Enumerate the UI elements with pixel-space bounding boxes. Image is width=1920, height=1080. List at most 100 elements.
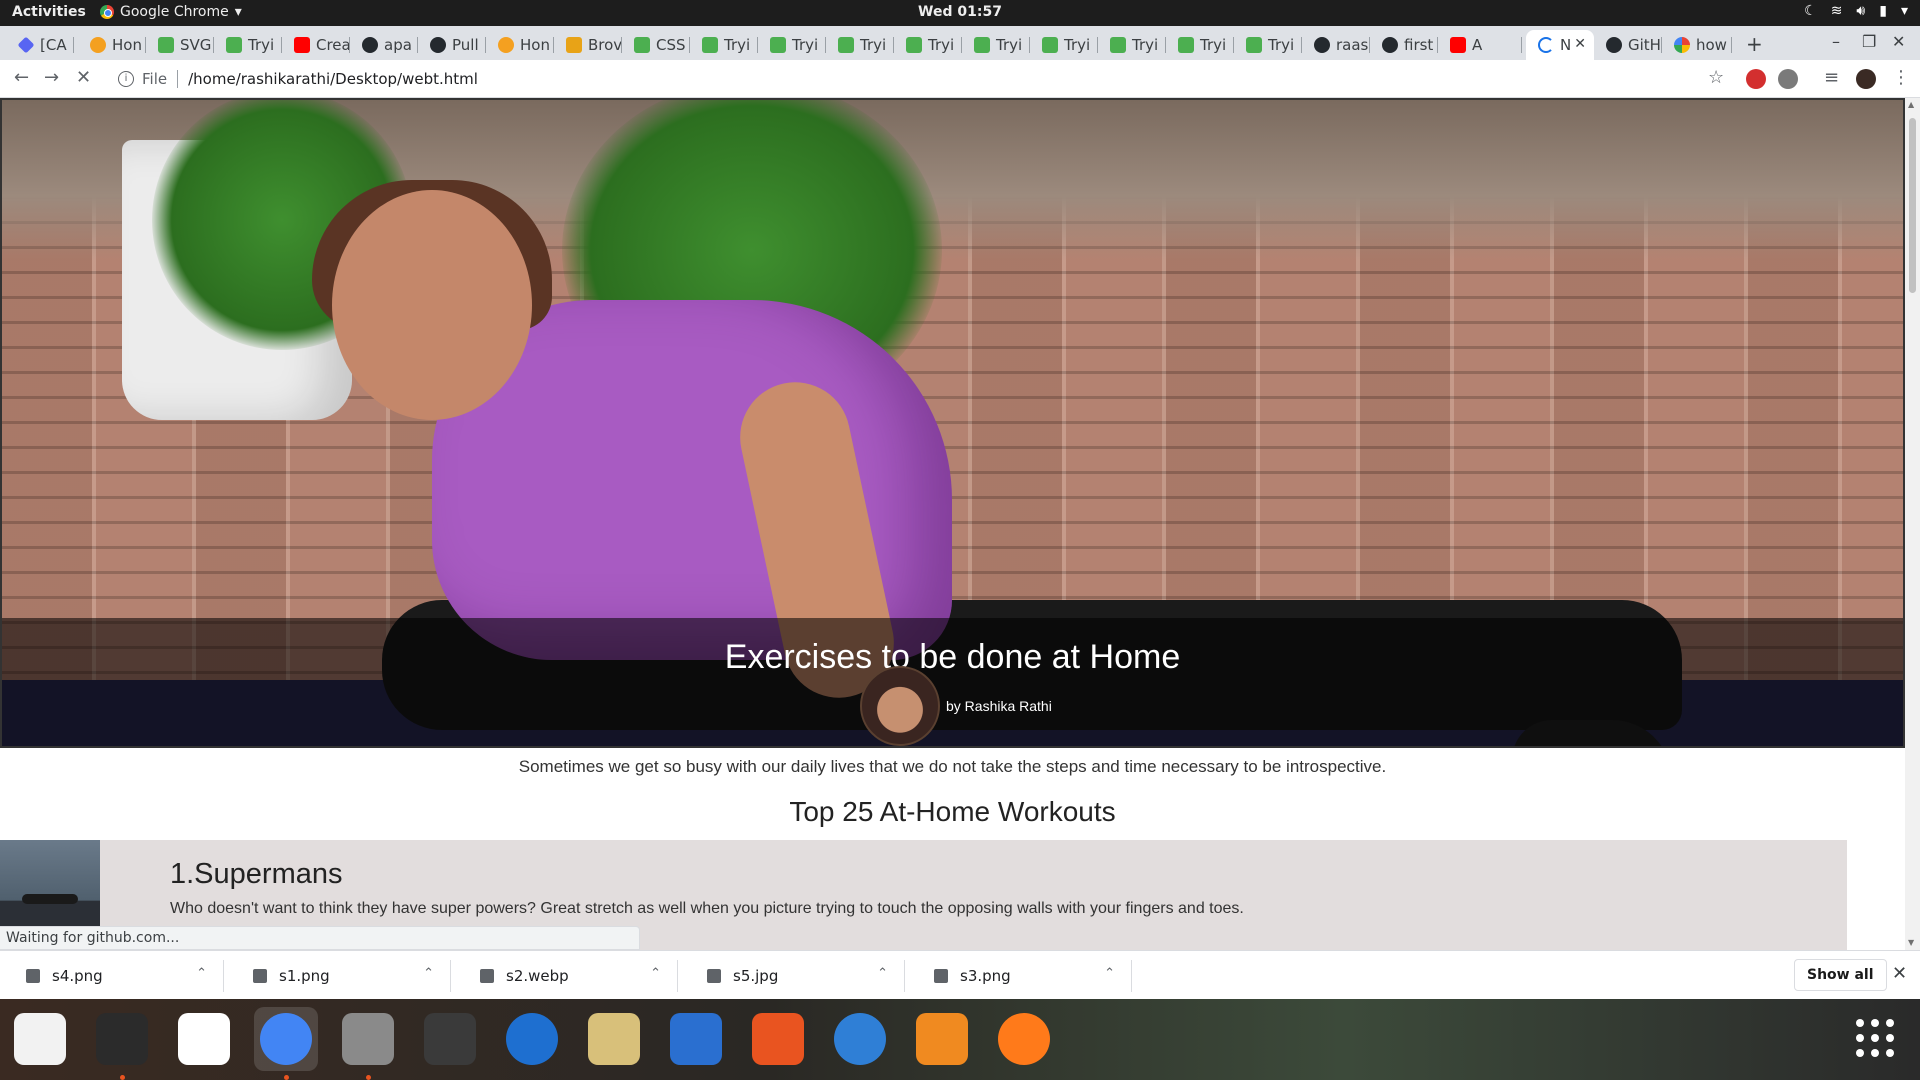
chevron-down-icon: ▾ bbox=[1900, 3, 1908, 19]
youtube-icon bbox=[1450, 37, 1466, 53]
tab[interactable]: how bbox=[1662, 30, 1732, 60]
tab[interactable]: Tryi bbox=[758, 30, 826, 60]
tab[interactable]: CSS bbox=[622, 30, 690, 60]
firefox-icon[interactable] bbox=[992, 1007, 1056, 1071]
help-icon-glyph bbox=[834, 1013, 886, 1065]
profile-avatar[interactable] bbox=[1856, 69, 1876, 89]
tab[interactable]: Tryi bbox=[826, 30, 894, 60]
download-shelf: Show all ✕ s4.png ⌃ s1.png ⌃ s2.webp ⌃ s5.jpg ⌃… bbox=[0, 950, 1920, 999]
software-center-icon[interactable] bbox=[746, 1007, 810, 1071]
tab[interactable]: Tryi bbox=[1234, 30, 1302, 60]
download-item[interactable]: s2.webp ⌃ bbox=[458, 960, 678, 992]
terminal-icon-glyph bbox=[96, 1013, 148, 1065]
chevron-down-icon: ▾ bbox=[234, 4, 242, 20]
show-all-button[interactable]: Show all bbox=[1794, 959, 1887, 991]
url-scheme: File bbox=[142, 70, 168, 88]
tab[interactable]: GitH bbox=[1594, 30, 1662, 60]
volume-icon: 🔊︎ bbox=[1856, 3, 1866, 19]
orange-swirl-icon bbox=[498, 37, 514, 53]
author-name: by Rashika Rathi bbox=[946, 698, 1052, 714]
w3schools-icon bbox=[770, 37, 786, 53]
sublime-text-icon[interactable] bbox=[418, 1007, 482, 1071]
tab[interactable]: A bbox=[1438, 30, 1522, 60]
tab[interactable]: Tryi bbox=[962, 30, 1030, 60]
tab[interactable]: Tryi bbox=[1166, 30, 1234, 60]
stop-loading-icon[interactable]: ✕ bbox=[76, 67, 91, 88]
activities-button[interactable]: Activities bbox=[12, 4, 86, 20]
app-menu[interactable]: Google Chrome ▾ bbox=[100, 4, 242, 20]
workout-thumbnail bbox=[0, 840, 100, 926]
page-viewport[interactable]: Exercises to be done at Home by Rashika … bbox=[0, 98, 1905, 950]
chevron-up-icon[interactable]: ⌃ bbox=[196, 966, 207, 981]
close-icon[interactable]: ✕ bbox=[1892, 963, 1907, 984]
scrollbar-thumb[interactable] bbox=[1909, 118, 1916, 293]
vertical-scrollbar[interactable]: ▲ ▼ bbox=[1905, 98, 1920, 950]
tab[interactable]: Tryi bbox=[690, 30, 758, 60]
tab[interactable]: apa bbox=[350, 30, 418, 60]
info-icon[interactable]: i bbox=[118, 71, 134, 87]
menu-kebab-icon[interactable]: ⋮ bbox=[1892, 67, 1910, 88]
tab[interactable]: SVG bbox=[146, 30, 214, 60]
tab[interactable]: Crea bbox=[282, 30, 350, 60]
close-window-icon[interactable]: ✕ bbox=[1892, 32, 1905, 51]
tab[interactable]: Tryi bbox=[214, 30, 282, 60]
back-icon[interactable]: ← bbox=[14, 67, 29, 88]
tab-strip: [CA Hon SVG Tryi Crea apa Pull Hon Brov CSS Tryi Tr… bbox=[0, 26, 1920, 60]
tab[interactable]: Pull bbox=[418, 30, 486, 60]
forward-icon[interactable]: → bbox=[44, 67, 59, 88]
document-viewer-icon[interactable] bbox=[172, 1007, 236, 1071]
tab[interactable]: Hon bbox=[486, 30, 554, 60]
w3schools-icon bbox=[1110, 37, 1126, 53]
tab[interactable]: Hon bbox=[78, 30, 146, 60]
discord-like-icon bbox=[17, 36, 35, 54]
chrome-icon-glyph bbox=[260, 1013, 312, 1065]
libreoffice-writer-icon[interactable] bbox=[664, 1007, 728, 1071]
new-tab-button[interactable]: + bbox=[1746, 32, 1763, 56]
files-icon-glyph bbox=[342, 1013, 394, 1065]
adblock-icon[interactable] bbox=[1746, 69, 1766, 89]
tab[interactable]: Tryi bbox=[1098, 30, 1166, 60]
chevron-up-icon[interactable]: ⌃ bbox=[650, 966, 661, 981]
chrome-icon[interactable] bbox=[254, 1007, 318, 1071]
download-item[interactable]: s5.jpg ⌃ bbox=[685, 960, 905, 992]
help-icon[interactable] bbox=[828, 1007, 892, 1071]
download-item[interactable]: s3.png ⌃ bbox=[912, 960, 1132, 992]
files-icon[interactable] bbox=[336, 1007, 400, 1071]
text-editor-icon[interactable] bbox=[8, 1007, 72, 1071]
show-applications-icon[interactable] bbox=[1856, 1019, 1894, 1057]
tab[interactable]: first bbox=[1370, 30, 1438, 60]
tab[interactable]: raas bbox=[1302, 30, 1370, 60]
system-tray[interactable]: ☾ ≋ 🔊︎ ▮ ▾ bbox=[1804, 3, 1908, 19]
tab-label: GitH bbox=[1628, 36, 1661, 54]
restore-icon[interactable]: ❐ bbox=[1862, 32, 1876, 51]
media-queue-icon[interactable]: ≡ bbox=[1824, 67, 1839, 88]
download-item[interactable]: s1.png ⌃ bbox=[231, 960, 451, 992]
rhythmbox-icon[interactable] bbox=[582, 1007, 646, 1071]
sublime-text-icon-glyph bbox=[424, 1013, 476, 1065]
tab[interactable]: N ✕ bbox=[1526, 30, 1594, 60]
night-light-icon: ☾ bbox=[1804, 3, 1817, 19]
minimize-icon[interactable]: – bbox=[1832, 32, 1840, 51]
bookmark-star-icon[interactable]: ☆ bbox=[1708, 67, 1724, 88]
chevron-up-icon[interactable]: ⌃ bbox=[877, 966, 888, 981]
chevron-up-icon[interactable]: ⌃ bbox=[1104, 966, 1115, 981]
close-tab-icon[interactable]: ✕ bbox=[1574, 36, 1586, 52]
clock[interactable]: Wed 01:57 bbox=[918, 4, 1002, 20]
pdf-editor-icon[interactable] bbox=[910, 1007, 974, 1071]
tab[interactable]: Tryi bbox=[894, 30, 962, 60]
tab[interactable]: Brov bbox=[554, 30, 622, 60]
battery-icon: ▮ bbox=[1879, 3, 1887, 19]
extension-icon[interactable] bbox=[1778, 69, 1798, 89]
tab[interactable]: [CA bbox=[6, 30, 74, 60]
tab-label: Tryi bbox=[792, 36, 819, 54]
address-bar[interactable]: i File /home/rashikarathi/Desktop/webt.h… bbox=[110, 64, 1770, 94]
scroll-down-icon[interactable]: ▼ bbox=[1908, 938, 1914, 947]
tab[interactable]: Tryi bbox=[1030, 30, 1098, 60]
url-text[interactable]: /home/rashikarathi/Desktop/webt.html bbox=[188, 70, 478, 88]
pdf-editor-icon-glyph bbox=[916, 1013, 968, 1065]
scroll-up-icon[interactable]: ▲ bbox=[1908, 100, 1914, 109]
chevron-up-icon[interactable]: ⌃ bbox=[423, 966, 434, 981]
thunderbird-icon[interactable] bbox=[500, 1007, 564, 1071]
terminal-icon[interactable] bbox=[90, 1007, 154, 1071]
download-item[interactable]: s4.png ⌃ bbox=[4, 960, 224, 992]
